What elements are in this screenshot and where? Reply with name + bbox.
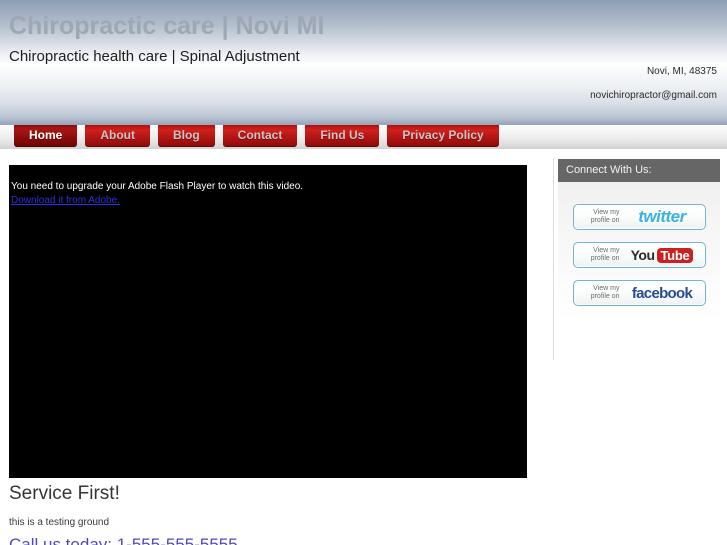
nav-item-blog[interactable]: Blog	[158, 125, 215, 147]
twitter-badge-label-line2: profile on	[590, 217, 620, 224]
youtube-badge-label-line2: profile on	[590, 255, 620, 262]
article-body-text: this is a testing ground	[9, 517, 110, 528]
site-title: Chiropractic care | Novi MI	[9, 12, 325, 40]
twitter-badge-label: View my profile on	[578, 209, 624, 225]
video-player[interactable]: You need to upgrade your Adobe Flash Pla…	[9, 165, 527, 478]
twitter-logo-text: twitter	[638, 207, 686, 226]
facebook-icon: facebook	[624, 281, 701, 305]
facebook-badge-label-line2: profile on	[590, 293, 620, 300]
nav-item-contact[interactable]: Contact	[222, 125, 298, 147]
nav-item-find-us[interactable]: Find Us	[305, 125, 380, 147]
nav-item-privacy-policy[interactable]: Privacy Policy	[387, 125, 499, 147]
facebook-logo-text: facebook	[631, 284, 693, 302]
youtube-logo-text-tube: Tube	[656, 247, 694, 263]
youtube-icon: You Tube	[624, 243, 701, 267]
twitter-badge-label-line1: View my	[593, 209, 620, 216]
nav-item-about[interactable]: About	[85, 125, 150, 147]
twitter-icon: twitter	[624, 205, 701, 229]
facebook-badge-label: View my profile on	[578, 285, 624, 301]
sidebar-divider	[553, 158, 554, 360]
site-tagline: Chiropractic health care | Spinal Adjust…	[9, 48, 300, 65]
social-badge-list: View my profile on twitter View my profi…	[558, 182, 720, 320]
sidebar-heading-connect-with-us: Connect With Us:	[558, 159, 720, 182]
youtube-badge-label: View my profile on	[578, 247, 624, 263]
facebook-profile-badge[interactable]: View my profile on facebook	[572, 280, 706, 306]
call-us-today-text: Call us today: 1-555-555-5555	[9, 535, 238, 545]
page-root: Chiropractic care | Novi MI Chiropractic…	[0, 0, 727, 545]
article-heading: Service First!	[9, 483, 120, 504]
header-email[interactable]: novichiropractor@gmail.com	[590, 90, 717, 101]
youtube-badge-label-line1: View my	[593, 247, 620, 254]
youtube-logo-text-you: You	[630, 247, 655, 263]
main-navigation: Home About Blog Contact Find Us Privacy …	[14, 125, 499, 147]
main-content: You need to upgrade your Adobe Flash Pla…	[0, 149, 553, 545]
facebook-badge-label-line1: View my	[593, 285, 620, 292]
youtube-profile-badge[interactable]: View my profile on You Tube	[572, 242, 706, 268]
sidebar: Connect With Us: View my profile on twit…	[558, 159, 720, 320]
nav-item-home[interactable]: Home	[14, 125, 78, 147]
flash-upgrade-message: You need to upgrade your Adobe Flash Pla…	[11, 181, 304, 192]
download-flash-link[interactable]: Download it from Adobe.	[11, 195, 120, 206]
twitter-profile-badge[interactable]: View my profile on twitter	[572, 204, 706, 230]
header-address: Novi, MI, 48375	[646, 66, 717, 77]
